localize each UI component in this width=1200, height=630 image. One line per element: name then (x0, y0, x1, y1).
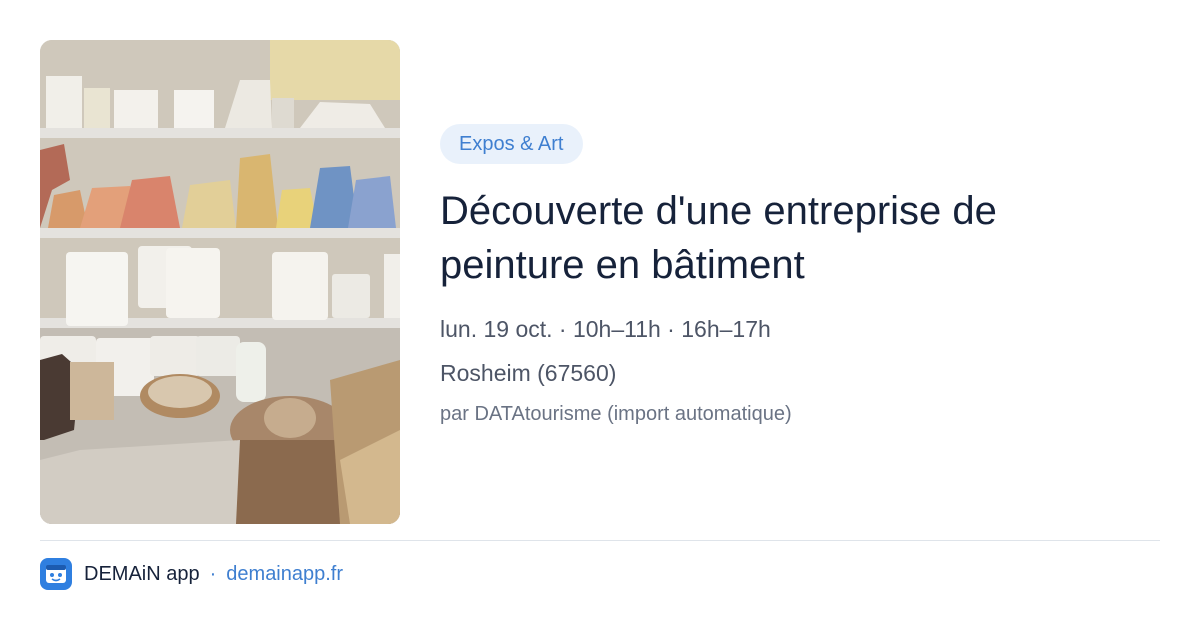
demain-app-logo-icon (40, 558, 72, 590)
footer: DEMAiN app · demainapp.fr (40, 558, 343, 590)
event-location: Rosheim (67560) (440, 360, 617, 386)
site-link[interactable]: demainapp.fr (226, 563, 343, 586)
footer-separator: · (209, 562, 217, 585)
event-title: Découverte d'une entreprise de peinture … (440, 189, 997, 287)
event-source: par DATAtourisme (import automatique) (440, 403, 792, 425)
footer-divider (40, 540, 1160, 541)
category-tag[interactable]: Expos & Art (440, 124, 583, 164)
event-schedule: lun. 19 oct. · 10h–11h · 16h–17h (440, 316, 771, 342)
event-details: Expos & Art Découverte d'une entreprise … (440, 124, 1140, 428)
event-photo (40, 40, 400, 524)
app-name: DEMAiN app (84, 562, 200, 585)
